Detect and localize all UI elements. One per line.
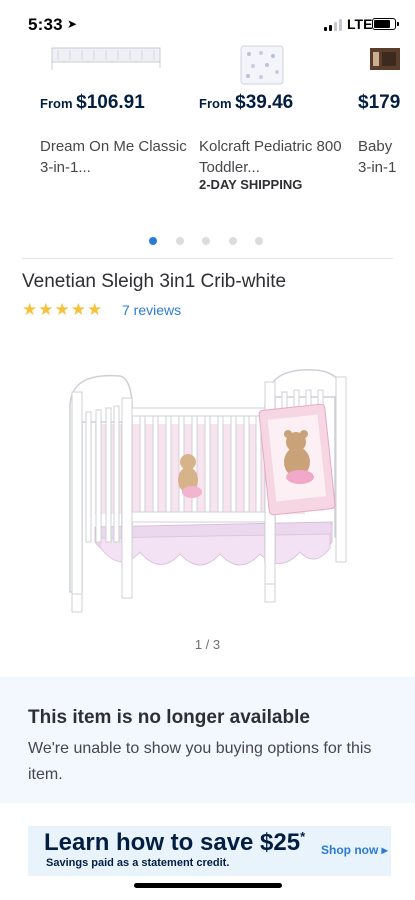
product-thumbnail-crib[interactable] bbox=[370, 44, 400, 88]
product-image-crib[interactable] bbox=[60, 362, 360, 617]
unavailable-message: We're unable to show you buying options … bbox=[28, 740, 372, 783]
pagination-dot[interactable] bbox=[228, 237, 237, 245]
product-thumbnail-mattress[interactable] bbox=[239, 44, 285, 88]
pagination-dot[interactable] bbox=[149, 237, 157, 245]
price-line: From $106.91 bbox=[40, 92, 145, 114]
location-arrow-icon: ➤ bbox=[67, 17, 78, 31]
pagination-dot[interactable] bbox=[175, 237, 184, 245]
price-line: $179 bbox=[358, 92, 400, 114]
image-counter: 1 / 3 bbox=[194, 637, 221, 652]
related-products-carousel[interactable]: From $106.91 Dream On Me Classic 3-in-1.… bbox=[0, 44, 415, 254]
signal-icon bbox=[324, 19, 344, 31]
unavailable-title: This item is no longer available bbox=[28, 707, 310, 728]
price-value: $179 bbox=[358, 92, 401, 113]
divider bbox=[22, 258, 393, 259]
pagination-dot[interactable] bbox=[255, 237, 263, 245]
product-title: Venetian Sleigh 3in1 Crib-white bbox=[22, 271, 287, 292]
card-title[interactable]: Baby 3-in-1 bbox=[358, 136, 398, 178]
pagination-dot[interactable] bbox=[202, 237, 210, 245]
price-line: From $39.46 bbox=[199, 92, 293, 114]
promo-title: Learn how to save $25* bbox=[44, 829, 305, 857]
star-rating-icon[interactable]: ★★★★★ bbox=[22, 300, 103, 320]
card-title[interactable]: Dream On Me Classic 3-in-1... bbox=[40, 136, 190, 178]
status-time: 5:33 bbox=[28, 15, 63, 34]
shop-now-link[interactable]: Shop now ▸ bbox=[321, 843, 388, 857]
promo-subtitle: Savings paid as a statement credit. bbox=[46, 857, 230, 869]
price-value: $39.46 bbox=[235, 92, 294, 113]
price-prefix: From bbox=[199, 96, 236, 111]
card-title[interactable]: Kolcraft Pediatric 800 Toddler... bbox=[199, 136, 349, 178]
promo-footnote-mark: * bbox=[300, 829, 306, 844]
product-thumbnail-bumper[interactable] bbox=[50, 44, 162, 88]
price-prefix: From bbox=[40, 96, 77, 111]
status-bar: 5:33 ➤ LTE bbox=[0, 0, 415, 44]
promo-banner[interactable]: Learn how to save $25* Savings paid as a… bbox=[28, 826, 391, 876]
reviews-link[interactable]: 7 reviews bbox=[122, 302, 181, 318]
price-value: $106.91 bbox=[76, 92, 145, 113]
unavailable-notice: This item is no longer available We're u… bbox=[0, 677, 415, 803]
shipping-badge: 2-DAY SHIPPING bbox=[199, 177, 303, 192]
promo-title-text: Learn how to save $25 bbox=[44, 829, 301, 856]
network-label: LTE bbox=[347, 16, 373, 32]
battery-icon bbox=[372, 18, 399, 30]
home-indicator[interactable] bbox=[134, 883, 282, 888]
